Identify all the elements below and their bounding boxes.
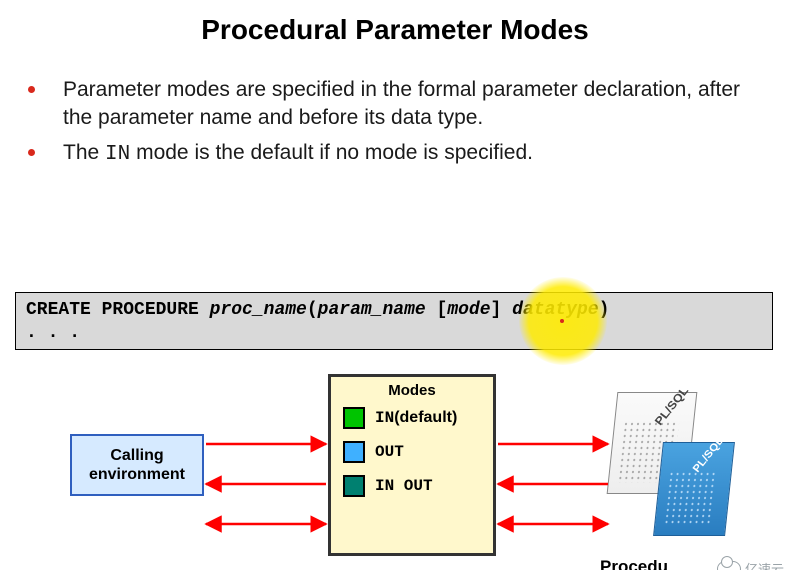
code-bracket-close: ]: [491, 300, 502, 320]
inline-code: IN: [105, 143, 130, 166]
laser-pointer-icon: [560, 319, 564, 323]
bullet-list: Parameter modes are specified in the for…: [28, 76, 770, 169]
bullet-dot-icon: [28, 86, 35, 93]
bullet-pre: The: [63, 141, 105, 164]
bullet-item: Parameter modes are specified in the for…: [28, 76, 770, 133]
watermark: 亿速云: [717, 559, 784, 570]
arrows-svg: [0, 374, 790, 570]
code-ellipsis: . . .: [26, 323, 80, 343]
watermark-text: 亿速云: [745, 559, 784, 570]
slide: Procedural Parameter Modes Parameter mod…: [0, 14, 790, 570]
bullet-text: The IN mode is the default if no mode is…: [63, 139, 533, 169]
cloud-icon: [717, 561, 741, 570]
code-datatype: datatype: [512, 300, 598, 320]
modes-diagram: Calling environment Modes IN (default) O…: [0, 374, 790, 570]
code-paren-open: (: [307, 300, 318, 320]
bullet-post: mode is the default if no mode is specif…: [130, 141, 533, 164]
code-param-name: param_name: [318, 300, 426, 320]
code-paren-close: ): [599, 300, 610, 320]
code-proc-name: proc_name: [210, 300, 307, 320]
slide-title: Procedural Parameter Modes: [0, 14, 790, 46]
code-syntax-block: CREATE PROCEDURE proc_name(param_name [m…: [15, 292, 773, 350]
bullet-text: Parameter modes are specified in the for…: [63, 76, 770, 133]
code-bracket-open: [: [437, 300, 448, 320]
code-mode: mode: [447, 300, 490, 320]
code-space: [501, 300, 512, 320]
bullet-dot-icon: [28, 149, 35, 156]
code-keyword: CREATE PROCEDURE: [26, 300, 210, 320]
code-space: [426, 300, 437, 320]
bullet-item: The IN mode is the default if no mode is…: [28, 139, 770, 169]
